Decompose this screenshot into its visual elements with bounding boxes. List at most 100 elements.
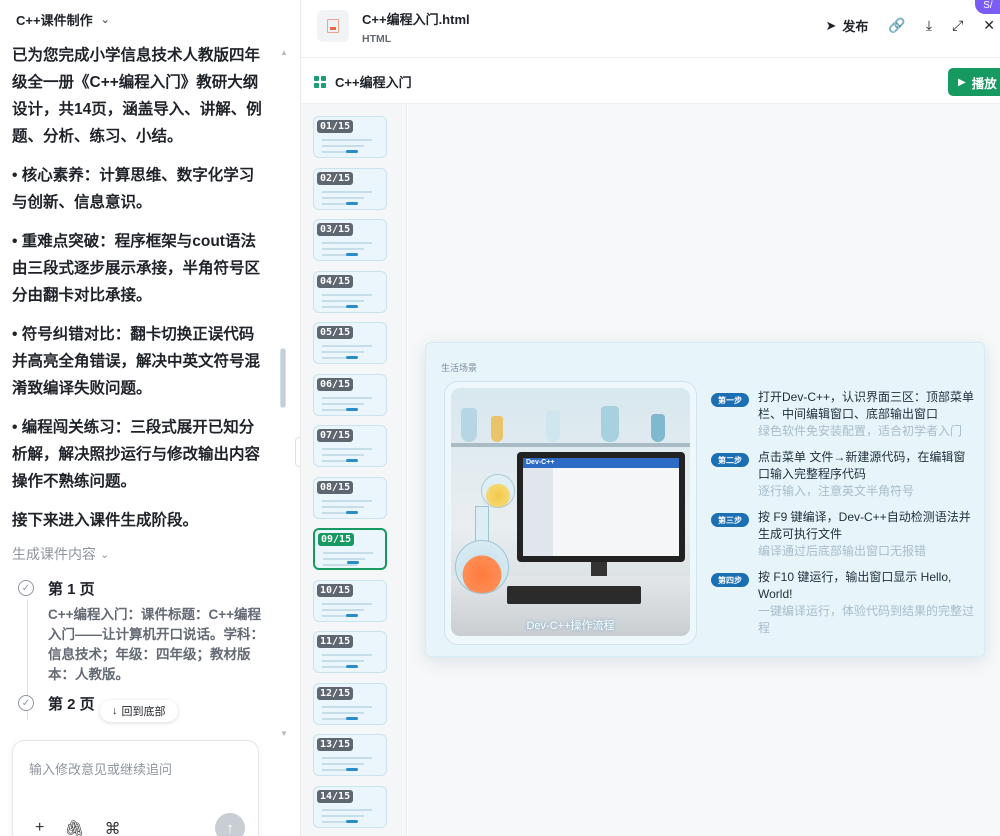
slide-number: 14/15 <box>317 789 354 803</box>
slide-thumbnail[interactable]: 09/15 <box>313 528 387 570</box>
play-label: 播放 <box>971 76 997 91</box>
step-text: 打开Dev-C++，认识界面三区：顶部菜单栏、中间编辑窗口、底部输出窗口 <box>758 390 975 421</box>
slide-number: 02/15 <box>317 171 354 185</box>
slide-number: 07/15 <box>317 429 354 442</box>
html-file-icon <box>317 10 349 42</box>
back-to-bottom-button[interactable]: ↓ 回到底部 <box>100 700 178 722</box>
slide-number: 06/15 <box>317 377 354 391</box>
command-icon[interactable]: ⌘ <box>105 819 121 836</box>
close-icon[interactable]: ✕ <box>983 17 995 34</box>
expand-icon[interactable]: ⤢ <box>952 17 963 34</box>
arrow-up-icon: ↑ <box>226 819 234 836</box>
slide-thumbnail[interactable]: 12/15 <box>313 682 387 725</box>
slide-step: 第一步 打开Dev-C++，认识界面三区：顶部菜单栏、中间编辑窗口、底部输出窗口… <box>711 389 976 443</box>
play-icon: ▶ <box>958 76 966 88</box>
slide-thumbnail[interactable]: 05/15 <box>313 322 387 364</box>
slide-thumbnail[interactable]: 13/15 <box>313 734 387 776</box>
slide-number: 08/15 <box>317 480 354 494</box>
grid-icon <box>314 76 326 88</box>
slide-tag: 生活场景 <box>441 363 478 373</box>
slide-number: 05/15 <box>317 326 354 339</box>
page-step-title: 第 1 页 <box>48 581 95 598</box>
slide-thumbnail[interactable]: 04/15 <box>313 270 387 313</box>
step-note: 绿色软件免安装配置，适合初学者入门 <box>758 424 963 438</box>
chat-message: 已为您完成小学信息技术人教版四年级全一册《C++编程入门》教研大纲设计，共14页… <box>12 47 262 145</box>
image-caption: Dev-C++操作流程 <box>526 620 615 632</box>
step-badge: 第三步 <box>711 513 749 527</box>
step-badge: 第一步 <box>711 393 749 407</box>
slide-number: 10/15 <box>317 583 354 597</box>
chat-message: • 核心素养：计算思维、数字化学习与创新、信息意识。 <box>12 167 255 211</box>
slide-step: 第四步 按 F10 键运行，输出窗口显示 Hello, World! 一键编译运… <box>711 569 976 637</box>
step-badge: 第四步 <box>711 573 749 587</box>
download-icon[interactable]: ⤓ <box>926 17 932 34</box>
play-button[interactable]: ▶ 播放 <box>948 68 1000 96</box>
step-text: 点击菜单 文件→新建源代码，在编辑窗口输入完整程序代码 <box>758 450 966 481</box>
link-icon[interactable]: 🔗 <box>888 17 905 34</box>
page-step-desc: C++编程入门：课件标题：C++编程入门——让计算机开口说话。学科：信息技术；年… <box>48 607 264 682</box>
check-icon: ✓ <box>18 580 34 596</box>
step-note: 编译通过后底部输出窗口无报错 <box>758 544 927 558</box>
deck-header: C++编程入门 ▶ 播放 <box>301 58 1000 104</box>
assistant-badge[interactable]: S/ <box>975 0 1000 14</box>
file-type: HTML <box>362 33 392 45</box>
scroll-down-icon[interactable]: ▼ <box>280 729 288 738</box>
slide-step: 第二步 点击菜单 文件→新建源代码，在编辑窗口输入完整程序代码 逐行输入，注意英… <box>711 449 976 503</box>
step-note: 一键编译运行，体验代码到结果的完整过程 <box>758 604 975 635</box>
file-header: C++编程入门.html HTML ➤ 发布 🔗 ⤓ ⤢ ✕ S/ <box>301 0 1000 58</box>
slide-number: 09/15 <box>318 533 355 546</box>
slide-number: 01/15 <box>317 120 354 133</box>
chevron-down-icon[interactable]: ⌄ <box>101 13 110 26</box>
publish-button[interactable]: ➤ 发布 <box>826 16 869 35</box>
slide-number: 12/15 <box>317 686 354 700</box>
send-icon: ➤ <box>825 17 837 33</box>
step-text: 按 F10 键运行，输出窗口显示 Hello, World! <box>758 570 952 601</box>
slide-image-frame: Dev-C++ Dev-C++操作流程 <box>444 381 697 645</box>
screen-label: Dev-C++ <box>526 459 555 466</box>
slide-number: 11/15 <box>317 635 354 648</box>
arrow-down-icon: ↓ <box>112 705 118 717</box>
page-step[interactable]: ✓ 第 1 页 C++编程入门：课件标题：C++编程入门——让计算机开口说话。学… <box>18 578 264 685</box>
lab-computer-illustration: Dev-C++ Dev-C++操作流程 <box>451 388 690 636</box>
scroll-up-icon[interactable]: ▲ <box>280 48 288 57</box>
slide-step: 第三步 按 F9 键编译，Dev-C++自动检测语法并生成可执行文件 编译通过后… <box>711 509 976 563</box>
step-text: 按 F9 键编译，Dev-C++自动检测语法并生成可执行文件 <box>758 510 971 541</box>
file-name: C++编程入门.html <box>362 12 470 27</box>
chevron-down-icon: ⌄ <box>100 548 110 561</box>
slide-thumbnail[interactable]: 11/15 <box>313 631 387 673</box>
slide-number: 13/15 <box>317 738 354 751</box>
slide-thumbnail[interactable]: 06/15 <box>313 373 387 416</box>
send-button[interactable]: ↑ <box>215 813 245 836</box>
chat-scrollbar[interactable]: ▲ ▼ <box>280 48 288 738</box>
slide-thumbnail[interactable]: 02/15 <box>313 167 387 210</box>
scrollbar-thumb[interactable] <box>280 348 286 408</box>
slide-thumbnail[interactable]: 01/15 <box>313 116 387 158</box>
slide-number: 04/15 <box>317 274 354 288</box>
file-actions: ➤ 发布 🔗 ⤓ ⤢ ✕ <box>826 16 996 35</box>
page-progress-list: ✓ 第 1 页 C++编程入门：课件标题：C++编程入门——让计算机开口说话。学… <box>12 578 264 720</box>
message-input[interactable]: 输入修改意见或继续追问 + 🖇 ⌘ ↑ <box>12 740 259 836</box>
slide-number: 03/15 <box>317 223 354 236</box>
slide-thumbnail[interactable]: 07/15 <box>313 425 387 467</box>
project-title-text: C++课件制作 <box>16 13 93 28</box>
generation-label: 生成课件内容 <box>12 546 96 562</box>
step-note: 逐行输入，注意英文半角符号 <box>758 484 915 498</box>
chat-message: • 符号纠错对比：翻卡切换正误代码并高亮全角错误，解决中英文符号混淆致编译失败问… <box>12 326 261 397</box>
check-icon: ✓ <box>18 695 34 711</box>
input-toolbar: + 🖇 ⌘ <box>35 819 121 836</box>
generation-section-toggle[interactable]: 生成课件内容 ⌄ <box>12 544 264 564</box>
slide-thumbnail[interactable]: 14/15 <box>313 785 387 828</box>
slide-thumbnail[interactable]: 03/15 <box>313 219 387 261</box>
chat-message: • 编程闯关练习：三段式展开已知分析解，解决照抄运行与修改输出内容操作不熟练问题… <box>12 419 261 490</box>
plus-icon[interactable]: + <box>35 819 44 836</box>
slide-thumbnail-list: 01/15 02/15 03/15 04/15 05/15 06/15 07/15 08/15… <box>301 104 407 836</box>
slide-thumbnail[interactable]: 08/15 <box>313 476 387 519</box>
project-title[interactable]: C++课件制作 ⌄ <box>16 10 110 29</box>
slide-thumbnail[interactable]: 10/15 <box>313 579 387 622</box>
chat-transcript: 已为您完成小学信息技术人教版四年级全一册《C++编程入门》教研大纲设计，共14页… <box>12 42 264 742</box>
publish-label: 发布 <box>842 19 869 34</box>
deck-title: C++编程入门 <box>335 75 412 90</box>
back-to-bottom-label: 回到底部 <box>121 706 166 718</box>
paperclip-icon[interactable]: 🖇 <box>64 819 84 836</box>
chat-message: 接下来进入课件生成阶段。 <box>12 512 199 529</box>
